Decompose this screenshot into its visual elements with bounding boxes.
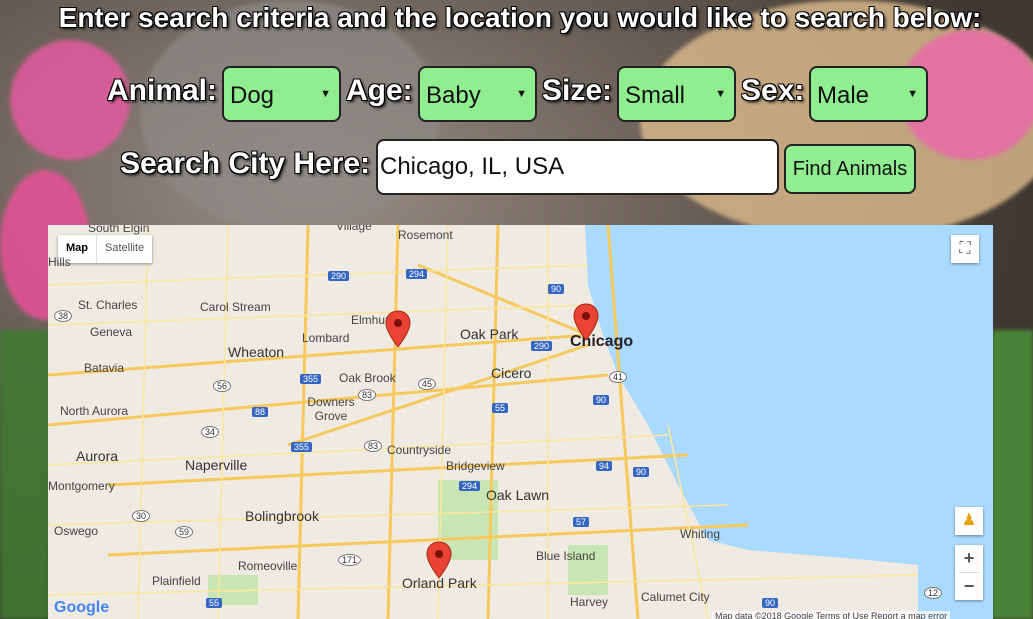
- highway-shield: 34: [201, 426, 220, 438]
- place-label: South Elgin: [88, 225, 150, 235]
- highway-shield: 90: [762, 598, 779, 608]
- place-label: Blue Island: [536, 549, 596, 563]
- animal-select-value: Dog: [230, 82, 275, 109]
- caret-down-icon: ▼: [715, 88, 726, 100]
- caret-down-icon: ▼: [516, 88, 527, 100]
- highway-shield: 83: [358, 389, 377, 401]
- sex-select-value: Male: [817, 82, 870, 109]
- place-label: Montgomery: [48, 479, 115, 493]
- place-label: Carol Stream: [200, 300, 271, 314]
- place-label: Cicero: [491, 365, 532, 381]
- size-select-value: Small: [625, 82, 686, 109]
- highway-shield: 30: [132, 510, 151, 522]
- place-label: St. Charles: [78, 298, 138, 312]
- age-label: Age:: [346, 74, 413, 107]
- place-label: Oak Brook: [339, 371, 396, 385]
- fullscreen-icon[interactable]: ⛶: [951, 235, 979, 263]
- highway-shield: 90: [548, 284, 565, 294]
- highway-shield: 294: [459, 481, 481, 491]
- place-label: Downers Grove: [307, 395, 355, 423]
- place-label: Village: [336, 225, 372, 233]
- find-animals-button[interactable]: Find Animals: [784, 144, 916, 194]
- highway-shield: 90: [593, 395, 610, 405]
- place-label: Lombard: [302, 331, 350, 345]
- highway-shield: 355: [291, 442, 313, 452]
- highway-shield: 59: [175, 526, 194, 538]
- animal-label: Animal:: [107, 74, 218, 107]
- grass-decoration: [992, 330, 1033, 619]
- place-label: Romeoville: [238, 559, 298, 573]
- place-label: Naperville: [185, 457, 248, 473]
- caret-down-icon: ▼: [907, 88, 918, 100]
- place-label: Batavia: [84, 361, 125, 375]
- location-pin-icon[interactable]: [573, 303, 599, 341]
- zoom-out-button[interactable]: −: [955, 573, 983, 600]
- street-view-pegman-icon[interactable]: ♟: [955, 507, 983, 535]
- highway-shield: 55: [492, 403, 509, 413]
- place-label: Geneva: [90, 325, 133, 339]
- place-label: Oswego: [54, 524, 99, 538]
- size-label: Size:: [542, 74, 613, 107]
- place-label: North Aurora: [60, 404, 129, 418]
- age-select[interactable]: Baby ▼: [418, 66, 537, 122]
- place-label: Whiting: [680, 527, 721, 541]
- place-label: Bolingbrook: [245, 508, 319, 524]
- place-label: Oak Lawn: [486, 487, 550, 503]
- highway-shield: 171: [338, 554, 362, 566]
- highway-shield: 45: [418, 378, 437, 390]
- place-label: Wheaton: [228, 344, 285, 360]
- highway-shield: 90: [633, 467, 650, 477]
- google-logo: Google: [54, 599, 110, 616]
- map-type-satellite-button[interactable]: Satellite: [96, 235, 152, 263]
- zoom-in-button[interactable]: +: [955, 545, 983, 572]
- place-label: Plainfield: [152, 574, 201, 588]
- animal-select[interactable]: Dog ▼: [222, 66, 341, 122]
- highway-shield: 88: [252, 407, 269, 417]
- caret-down-icon: ▼: [320, 88, 331, 100]
- highway-shield: 56: [213, 380, 232, 392]
- city-search-input[interactable]: Chicago, IL, USA: [376, 139, 779, 195]
- map-roads: [48, 225, 993, 619]
- highway-shield: 57: [573, 517, 590, 527]
- highway-shield: 355: [300, 374, 322, 384]
- place-label: Aurora: [76, 448, 119, 464]
- highway-shield: 83: [364, 440, 383, 452]
- place-label: Rosemont: [398, 228, 453, 242]
- sex-label: Sex:: [741, 74, 805, 107]
- highway-shield: 12: [924, 587, 943, 599]
- sex-select[interactable]: Male ▼: [809, 66, 928, 122]
- highway-shield: 55: [206, 598, 223, 608]
- highway-shield: 290: [328, 271, 350, 281]
- highway-shield: 41: [609, 371, 628, 383]
- highway-shield: 290: [531, 341, 553, 351]
- grass-decoration: [0, 330, 50, 619]
- place-label: Oak Park: [460, 326, 519, 342]
- highway-shield: 94: [596, 461, 613, 471]
- page-heading: Enter search criteria and the location y…: [58, 2, 982, 33]
- highway-shield: 38: [54, 310, 73, 322]
- location-pin-icon[interactable]: [385, 310, 411, 348]
- zoom-control: + −: [955, 545, 983, 600]
- location-pin-icon[interactable]: [426, 541, 452, 579]
- place-label: Bridgeview: [446, 459, 505, 473]
- place-label: Countryside: [387, 443, 452, 457]
- age-select-value: Baby: [426, 82, 481, 109]
- place-label: Harvey: [570, 595, 609, 609]
- place-label: Hills: [48, 255, 71, 269]
- map-attribution: Map data ©2018 Google Terms of Use Repor…: [712, 611, 951, 619]
- place-label: Calumet City: [641, 590, 710, 604]
- search-city-label: Search City Here:: [120, 147, 371, 180]
- google-map[interactable]: Map Satellite ⛶ ♟ + − South Elgin Villag…: [48, 225, 993, 619]
- size-select[interactable]: Small ▼: [617, 66, 736, 122]
- highway-shield: 294: [406, 269, 428, 279]
- map-type-control: Map Satellite: [58, 235, 153, 263]
